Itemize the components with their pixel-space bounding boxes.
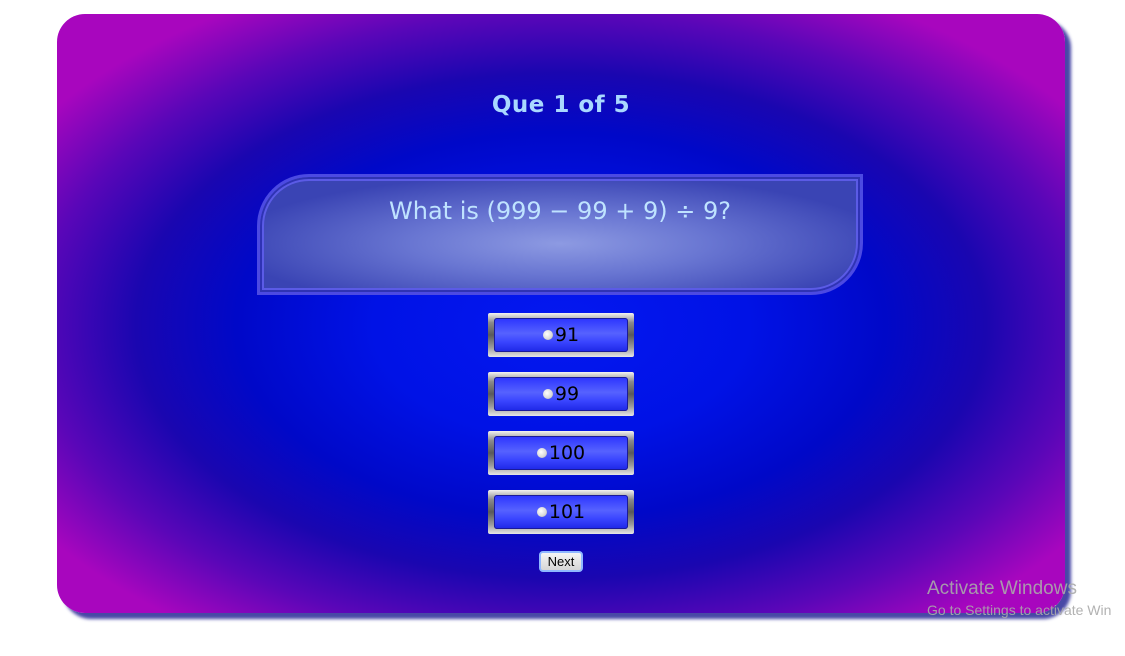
- answer-option-2[interactable]: 99: [488, 372, 634, 416]
- answer-option-label: 100: [548, 441, 586, 464]
- watermark-title: Activate Windows: [927, 578, 1077, 599]
- radio-icon[interactable]: [536, 507, 547, 517]
- answer-option-face: 101: [494, 495, 628, 529]
- answer-option-label: 101: [548, 500, 586, 523]
- activate-windows-watermark: Activate Windows Go to Settings to activ…: [927, 578, 1111, 620]
- answer-option-face: 99: [494, 377, 628, 411]
- radio-icon[interactable]: [542, 389, 553, 399]
- answer-option-face: 91: [494, 318, 628, 352]
- question-text: What is (999 − 99 + 9) ÷ 9?: [389, 197, 731, 225]
- radio-icon[interactable]: [536, 448, 547, 458]
- radio-icon[interactable]: [542, 330, 553, 340]
- answer-option-4[interactable]: 101: [488, 490, 634, 534]
- question-box: What is (999 − 99 + 9) ÷ 9?: [257, 174, 863, 295]
- question-counter: Que 1 of 5: [491, 92, 631, 118]
- answer-option-3[interactable]: 100: [488, 431, 634, 475]
- answer-option-1[interactable]: 91: [488, 313, 634, 357]
- answer-option-face: 100: [494, 436, 628, 470]
- next-button[interactable]: Next: [539, 551, 583, 572]
- watermark-subtitle: Go to Settings to activate Win: [927, 602, 1112, 618]
- quiz-card: Que 1 of 5 What is (999 − 99 + 9) ÷ 9? 9…: [57, 14, 1065, 613]
- answer-option-label: 99: [554, 382, 580, 405]
- answer-option-label: 91: [554, 323, 580, 346]
